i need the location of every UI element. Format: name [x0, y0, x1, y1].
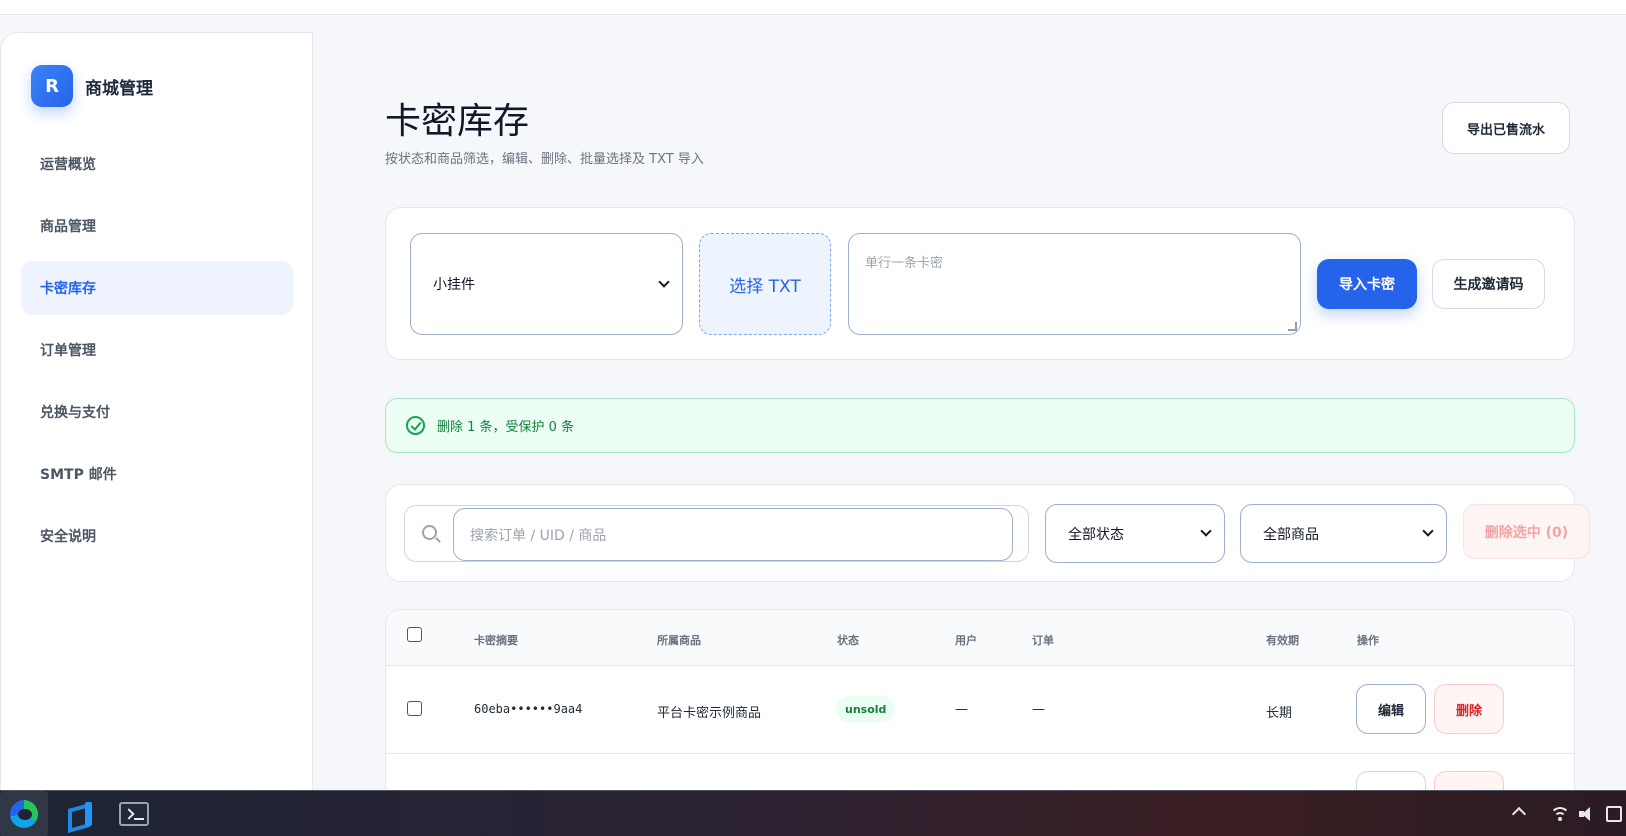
table-row: 60eba••••••9aa4 平台卡密示例商品 unsold — — 长期 编… — [386, 666, 1574, 754]
status-filter-select[interactable]: 全部状态 — [1045, 504, 1225, 563]
search-box: 搜索订单 / UID / 商品 — [404, 505, 1029, 562]
chevron-down-icon — [1422, 525, 1434, 537]
card-codes-textarea[interactable]: 单行一条卡密 — [848, 233, 1301, 335]
col-product: 所属商品 — [657, 634, 701, 647]
resize-grip-icon[interactable] — [1288, 322, 1297, 331]
edit-button[interactable]: 编辑 — [1356, 684, 1426, 734]
choose-txt-button[interactable]: 选择 TXT — [699, 233, 831, 335]
status-filter-value: 全部状态 — [1068, 526, 1124, 543]
terminal-icon — [119, 802, 149, 826]
wifi-icon[interactable] — [1550, 805, 1570, 825]
chevron-up-icon[interactable] — [1511, 806, 1527, 822]
search-icon — [422, 525, 437, 540]
taskbar-vscode[interactable] — [56, 791, 104, 836]
sidebar-item-smtp[interactable]: SMTP 邮件 — [21, 447, 293, 501]
col-status: 状态 — [837, 634, 859, 647]
edge-icon — [10, 800, 38, 828]
sidebar: R 商城管理 运营概览 商品管理 卡密库存 订单管理 兑换与支付 SMTP 邮件… — [0, 32, 313, 790]
card-user: — — [955, 702, 968, 717]
brand-logo: R — [31, 65, 73, 107]
status-badge: unsold — [836, 696, 896, 722]
taskbar-edge[interactable] — [0, 791, 48, 836]
sidebar-item-card-inventory[interactable]: 卡密库存 — [21, 261, 293, 315]
alert-message: 删除 1 条，受保护 0 条 — [437, 420, 575, 435]
filter-card: 搜索订单 / UID / 商品 全部状态 全部商品 删除选中 (0) — [385, 484, 1590, 582]
col-order: 订单 — [1032, 634, 1054, 647]
row-checkbox[interactable] — [407, 701, 422, 716]
goods-filter-value: 全部商品 — [1263, 526, 1319, 543]
sidebar-item-orders[interactable]: 订单管理 — [21, 323, 293, 377]
volume-icon[interactable] — [1579, 806, 1597, 822]
taskbar — [0, 790, 1626, 836]
search-input[interactable]: 搜索订单 / UID / 商品 — [453, 508, 1013, 561]
cards-table: 卡密摘要 所属商品 状态 用户 订单 有效期 操作 60eba••••••9aa… — [385, 609, 1575, 809]
main-content: 卡密库存 按状态和商品筛选，编辑、删除、批量选择及 TXT 导入 导出已售流水 … — [313, 32, 1626, 809]
brand-name: 商城管理 — [85, 78, 153, 99]
page-subtitle: 按状态和商品筛选，编辑、删除、批量选择及 TXT 导入 — [385, 152, 704, 167]
delete-selected-button[interactable]: 删除选中 (0) — [1463, 504, 1590, 559]
product-select-value: 小挂件 — [433, 277, 475, 293]
vscode-icon — [66, 800, 94, 828]
export-sold-button[interactable]: 导出已售流水 — [1442, 102, 1570, 154]
check-circle-icon — [406, 416, 425, 435]
generate-invite-button[interactable]: 生成邀请码 — [1432, 259, 1545, 309]
card-order: — — [1032, 702, 1045, 717]
success-alert: 删除 1 条，受保护 0 条 — [385, 398, 1575, 453]
page-title: 卡密库存 — [385, 101, 530, 142]
import-card: 小挂件 选择 TXT 单行一条卡密 导入卡密 生成邀请码 — [385, 207, 1575, 360]
taskbar-terminal[interactable] — [110, 791, 158, 836]
table-header: 卡密摘要 所属商品 状态 用户 订单 有效期 操作 — [386, 610, 1574, 666]
card-code: 60eba••••••9aa4 — [474, 702, 583, 716]
app-window: R 商城管理 运营概览 商品管理 卡密库存 订单管理 兑换与支付 SMTP 邮件… — [0, 32, 1626, 809]
import-cards-button[interactable]: 导入卡密 — [1317, 259, 1417, 309]
chevron-down-icon — [658, 275, 670, 288]
sidebar-item-overview[interactable]: 运营概览 — [21, 137, 293, 191]
chevron-down-icon — [1200, 525, 1212, 537]
select-all-checkbox[interactable] — [407, 627, 422, 642]
col-actions: 操作 — [1357, 634, 1379, 647]
sidebar-item-products[interactable]: 商品管理 — [21, 199, 293, 253]
product-select[interactable]: 小挂件 — [410, 233, 683, 335]
sidebar-nav: 运营概览 商品管理 卡密库存 订单管理 兑换与支付 SMTP 邮件 安全说明 — [21, 137, 293, 571]
card-codes-placeholder: 单行一条卡密 — [865, 256, 944, 271]
card-product: 平台卡密示例商品 — [657, 706, 762, 721]
delete-button[interactable]: 删除 — [1434, 684, 1504, 734]
col-validity: 有效期 — [1266, 634, 1299, 647]
col-user: 用户 — [955, 634, 977, 647]
browser-top-strip — [0, 0, 1626, 15]
sidebar-item-redeem-payment[interactable]: 兑换与支付 — [21, 385, 293, 439]
goods-filter-select[interactable]: 全部商品 — [1240, 504, 1447, 563]
sidebar-item-security[interactable]: 安全说明 — [21, 509, 293, 563]
battery-icon[interactable] — [1606, 806, 1622, 822]
col-card-summary: 卡密摘要 — [474, 634, 518, 647]
brand[interactable]: R 商城管理 — [31, 65, 153, 107]
card-validity: 长期 — [1266, 706, 1293, 721]
